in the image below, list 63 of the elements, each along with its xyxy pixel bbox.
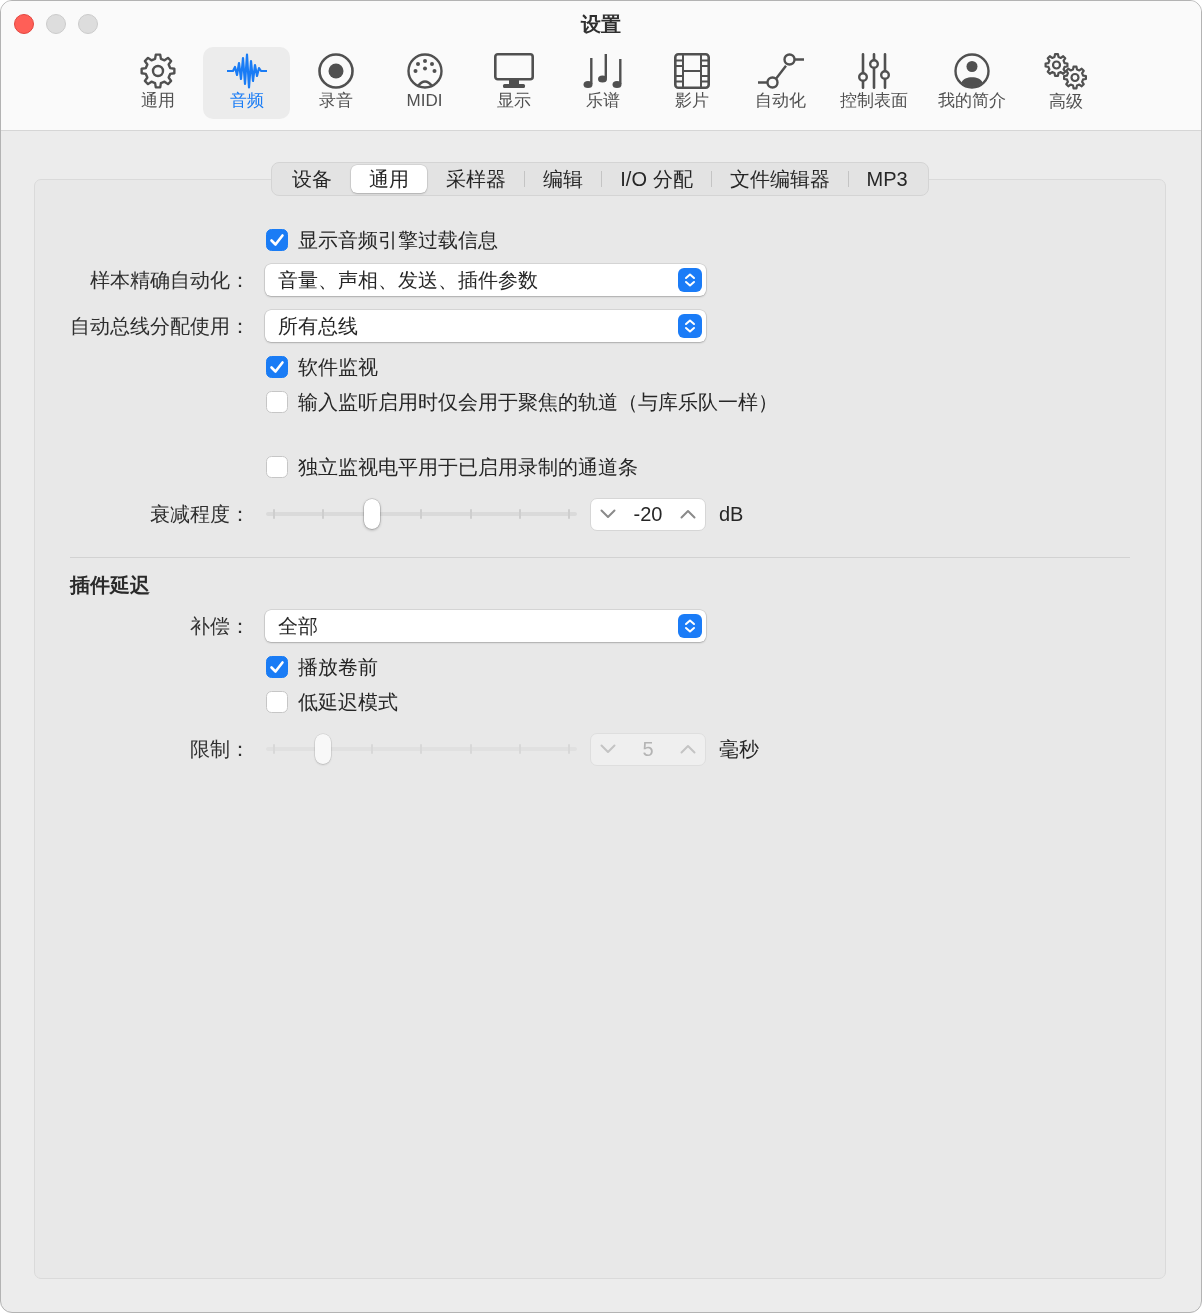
- up-down-chevron-icon: [678, 614, 702, 638]
- unit-label: 毫秒: [719, 737, 759, 761]
- record-icon: [317, 53, 354, 89]
- field-label: 样本精确自动化：: [90, 268, 250, 292]
- checkbox[interactable]: [266, 355, 288, 378]
- window-title: 设置: [581, 12, 621, 36]
- toolbar-tab[interactable]: 乐谱: [559, 47, 646, 119]
- checkbox-label: 显示音频引擎过载信息: [298, 227, 498, 252]
- section-heading: 插件延迟: [70, 573, 150, 597]
- connector-icon: [406, 53, 443, 89]
- checkbox[interactable]: [266, 390, 288, 413]
- waveform-icon: [226, 53, 267, 89]
- toolbar-tab[interactable]: 高级: [1022, 47, 1109, 119]
- tab[interactable]: I/O 分配: [602, 165, 711, 193]
- film-strip-icon: [673, 53, 710, 89]
- toolbar-tab[interactable]: 显示: [470, 47, 557, 119]
- field-label: 补偿：: [190, 614, 250, 638]
- tab[interactable]: 设备: [274, 165, 351, 193]
- checkbox[interactable]: [266, 455, 288, 478]
- chevron-up-icon[interactable]: [680, 509, 696, 519]
- toolbar-tab[interactable]: 我的简介: [924, 47, 1020, 119]
- monitor-icon: [493, 53, 534, 89]
- popup-button[interactable]: 所有总线: [265, 310, 706, 342]
- tab[interactable]: MP3: [848, 165, 926, 193]
- toolbar-tab[interactable]: 录音: [292, 47, 379, 119]
- line-nodes-icon: [757, 53, 804, 89]
- field-label: 限制：: [190, 737, 250, 761]
- toolbar-tab[interactable]: MIDI: [381, 47, 468, 119]
- tab[interactable]: 文件编辑器: [711, 165, 848, 193]
- minimize-button[interactable]: [46, 14, 66, 34]
- field-label: 自动总线分配使用：: [70, 314, 250, 338]
- toolbar-tab[interactable]: 通用: [114, 47, 201, 119]
- number-stepper[interactable]: -20: [590, 497, 706, 531]
- chevron-down-icon[interactable]: [600, 509, 616, 519]
- zoom-button[interactable]: [78, 14, 98, 34]
- sliders-icon: [858, 53, 890, 89]
- checkbox-label: 低延迟模式: [298, 689, 398, 714]
- checkbox-label: 独立监视电平用于已启用录制的通道条: [298, 454, 638, 479]
- toolbar-tab[interactable]: 自动化: [737, 47, 824, 119]
- checkbox[interactable]: [266, 690, 288, 713]
- checkbox-label: 播放卷前: [298, 654, 378, 679]
- slider-track[interactable]: [266, 499, 577, 529]
- tab[interactable]: 编辑: [525, 165, 602, 193]
- up-down-chevron-icon: [678, 314, 702, 338]
- popup-button[interactable]: 全部: [265, 610, 706, 642]
- tab[interactable]: 通用: [351, 165, 428, 193]
- gears-icon: [1043, 53, 1088, 90]
- close-button[interactable]: [14, 14, 34, 34]
- toolbar-tab[interactable]: 影片: [648, 47, 735, 119]
- up-down-chevron-icon: [678, 268, 702, 292]
- unit-label: dB: [719, 502, 744, 526]
- tab[interactable]: 采样器: [428, 165, 525, 193]
- popup-button[interactable]: 音量、声相、发送、插件参数: [265, 264, 706, 296]
- checkbox[interactable]: [266, 655, 288, 678]
- checkbox-label: 输入监听启用时仅会用于聚焦的轨道（与库乐队一样）: [298, 389, 778, 414]
- field-label: 衰减程度：: [150, 502, 250, 526]
- person-circle-icon: [954, 53, 990, 89]
- toolbar-tab[interactable]: 控制表面: [826, 47, 922, 119]
- slider-thumb[interactable]: [364, 499, 381, 529]
- checkbox[interactable]: [266, 228, 288, 251]
- checkbox-label: 软件监视: [298, 354, 378, 379]
- music-notes-icon: [582, 53, 623, 89]
- gear-icon: [139, 53, 176, 89]
